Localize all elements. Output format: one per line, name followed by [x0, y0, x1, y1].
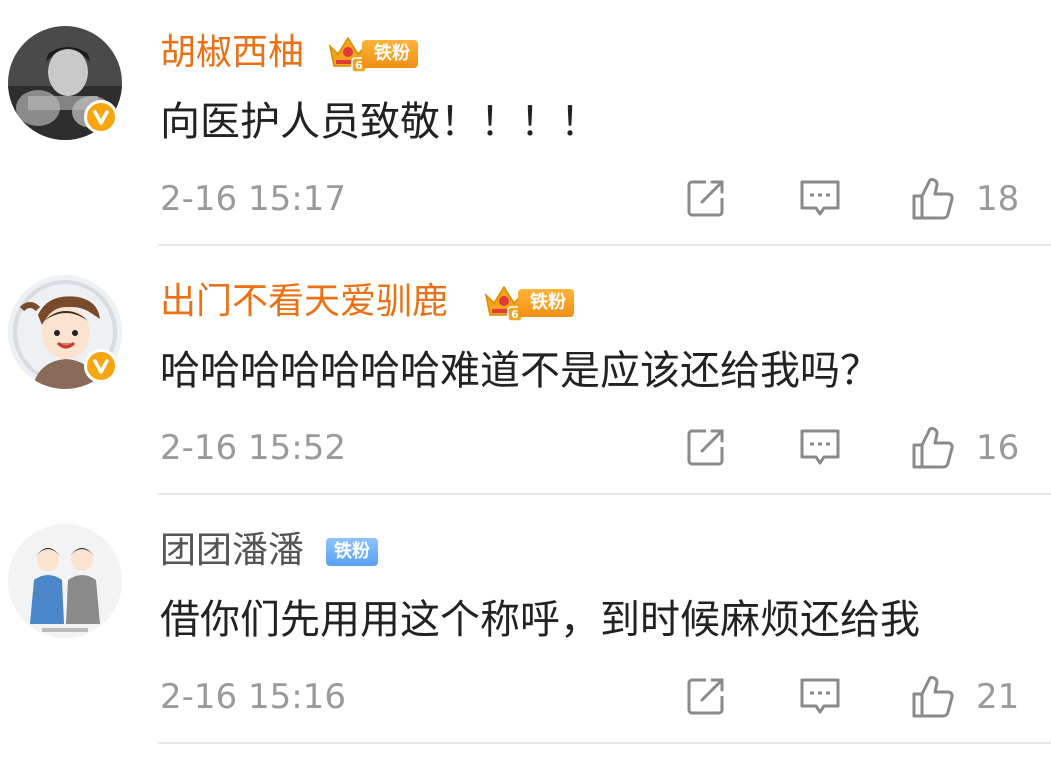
comment-item: 出门不看天爱驯鹿 6 铁粉 哈哈哈哈哈哈哈难道不是应该还给我吗？ 2-16 15…	[0, 249, 1051, 497]
comment-icon[interactable]	[798, 176, 842, 220]
share-icon[interactable]	[684, 425, 728, 469]
comment-time: 2-16 15:16	[160, 677, 346, 717]
divider	[158, 493, 1051, 495]
divider	[158, 742, 1051, 744]
thumbs-up-icon[interactable]	[910, 176, 954, 220]
avatar[interactable]	[8, 524, 122, 638]
comment-time: 2-16 15:52	[160, 428, 346, 468]
username[interactable]: 团团潘潘	[160, 528, 304, 574]
comment-text: 哈哈哈哈哈哈哈难道不是应该还给我吗？	[160, 348, 880, 394]
comment-time: 2-16 15:17	[160, 179, 346, 219]
comment-icon[interactable]	[798, 425, 842, 469]
share-icon[interactable]	[684, 674, 728, 718]
like-count: 16	[976, 428, 1020, 468]
like-count: 18	[976, 179, 1020, 219]
share-icon[interactable]	[684, 176, 728, 220]
verified-badge-icon	[84, 100, 118, 134]
fan-badge: 铁粉	[518, 289, 574, 317]
username[interactable]: 胡椒西柚	[160, 30, 304, 76]
comment-text: 借你们先用用这个称呼，到时候麻烦还给我	[160, 597, 920, 643]
verified-badge-icon	[84, 349, 118, 383]
username[interactable]: 出门不看天爱驯鹿	[160, 279, 448, 325]
fan-badge: 铁粉	[362, 40, 418, 68]
comment-item: 团团潘潘 铁粉 借你们先用用这个称呼，到时候麻烦还给我 2-16 15:16 2…	[0, 498, 1051, 746]
comment-text: 向医护人员致敬！！！！	[160, 99, 600, 145]
thumbs-up-icon[interactable]	[910, 425, 954, 469]
like-count: 21	[976, 677, 1020, 717]
comment-icon[interactable]	[798, 674, 842, 718]
thumbs-up-icon[interactable]	[910, 674, 954, 718]
divider	[158, 244, 1051, 246]
fan-badge: 铁粉	[326, 538, 378, 566]
comment-item: 胡椒西柚 6 铁粉 向医护人员致敬！！！！ 2-16 15:17 18	[0, 0, 1051, 248]
